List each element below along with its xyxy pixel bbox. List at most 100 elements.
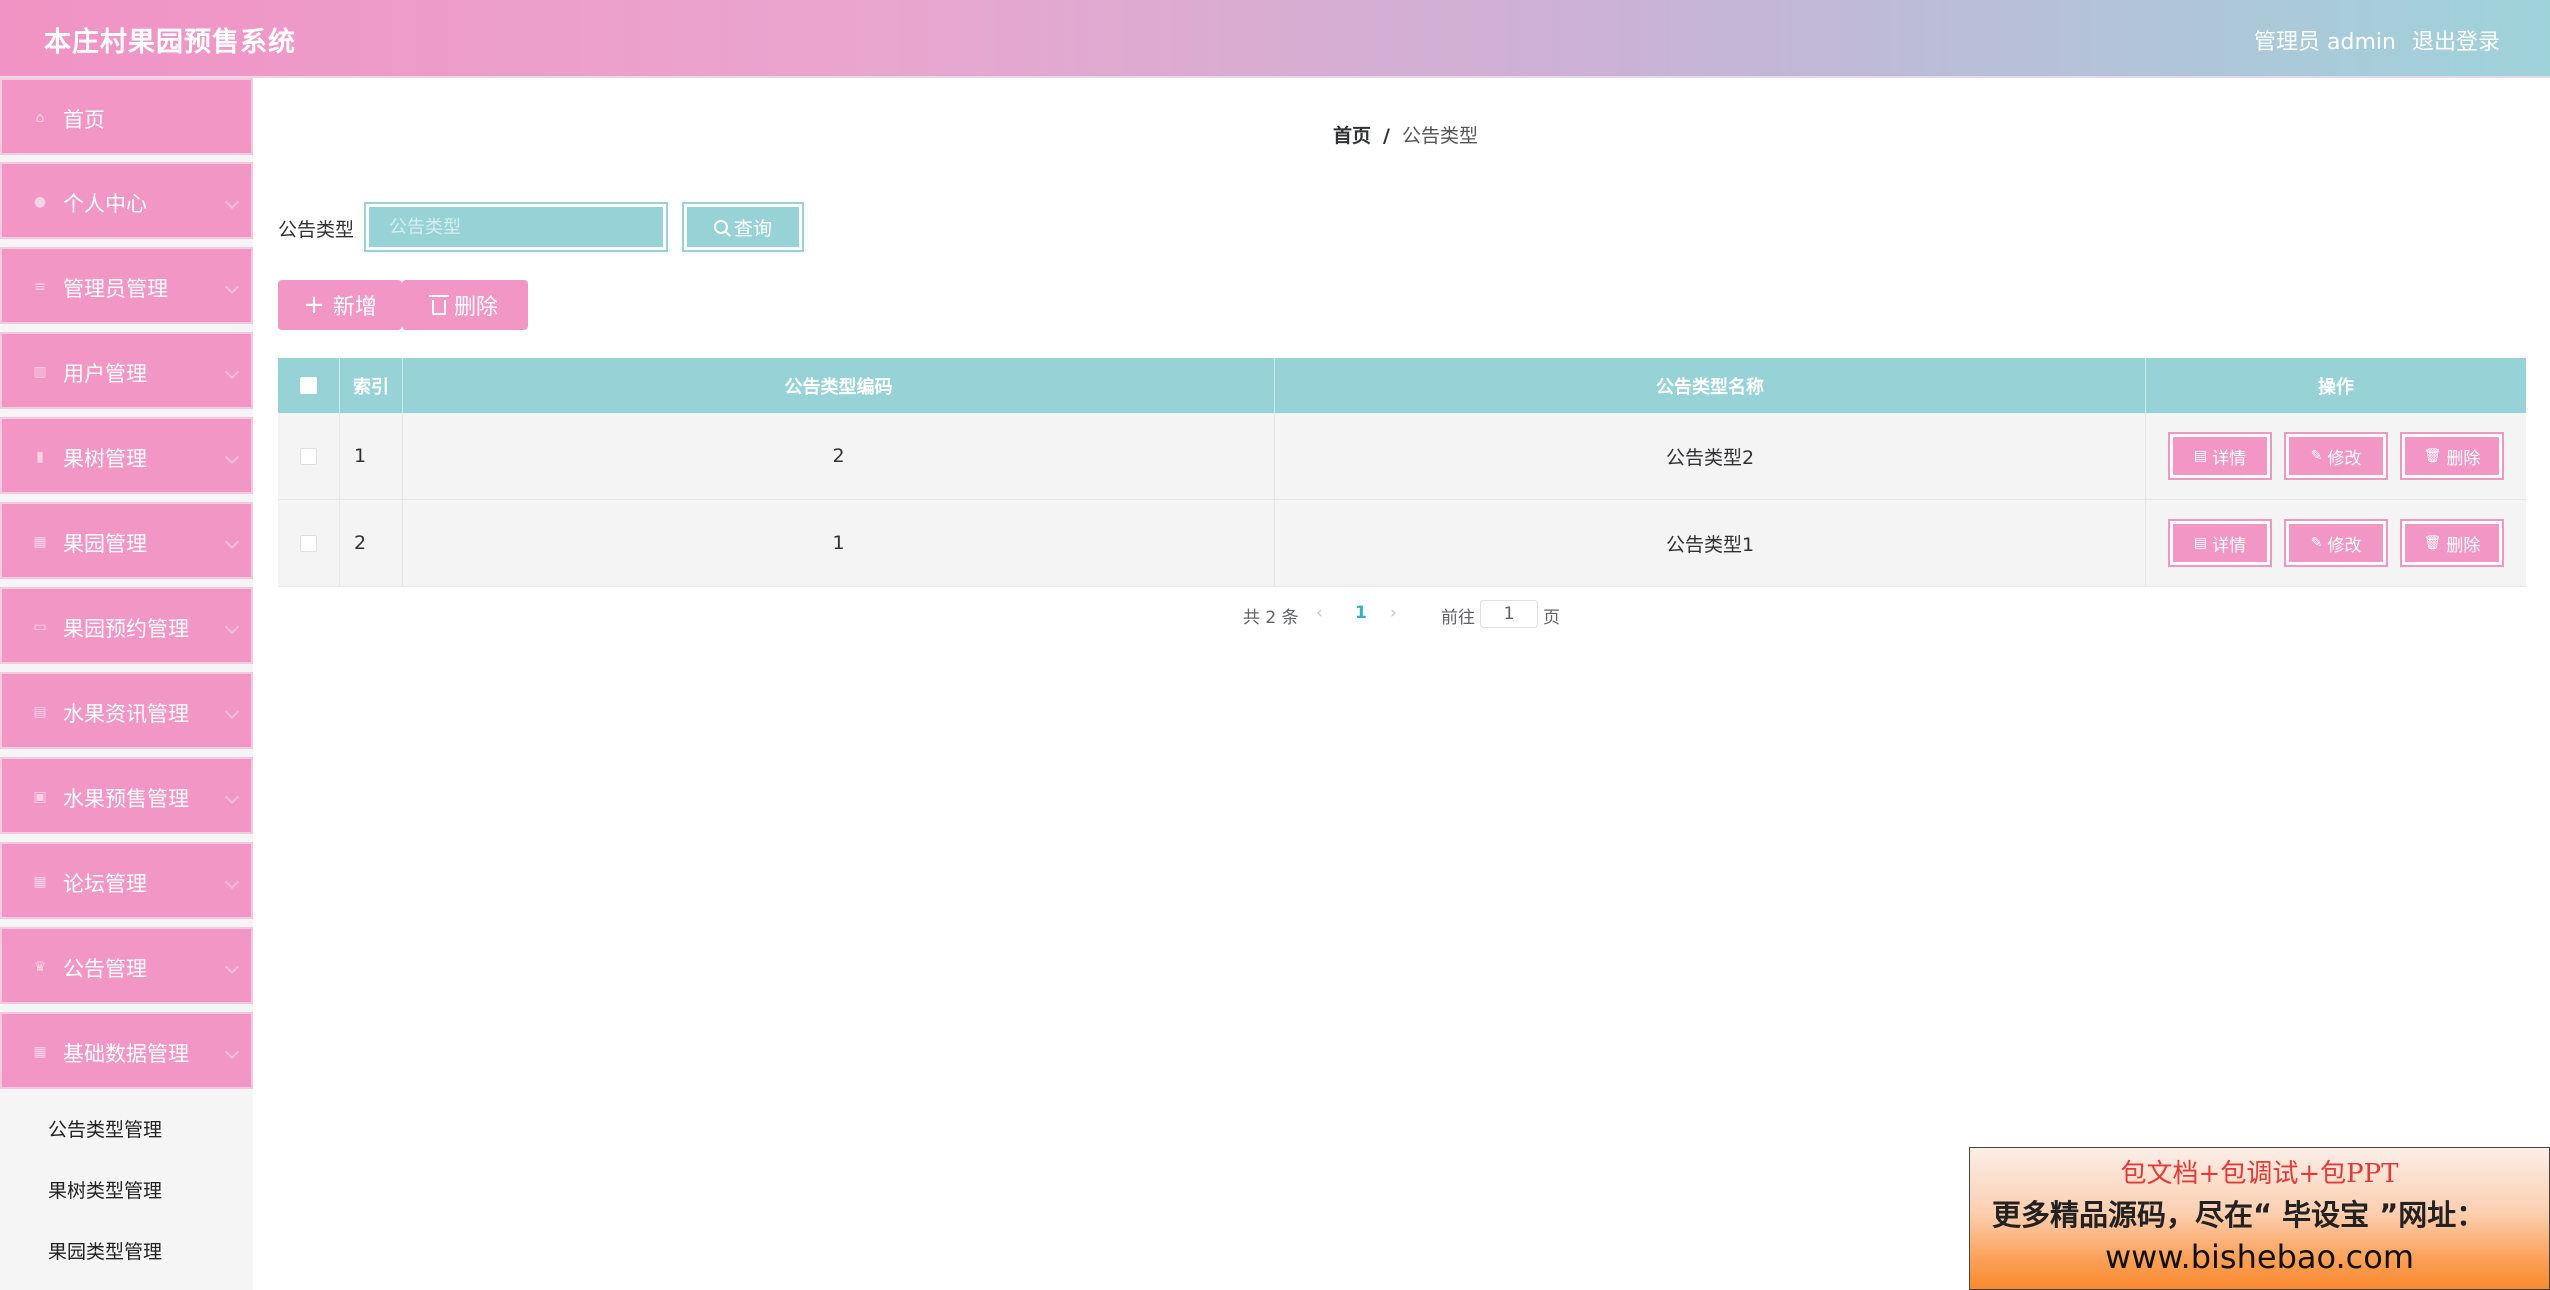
next-page-icon[interactable]: › bbox=[1390, 603, 1397, 623]
grid-icon: ▦ bbox=[33, 1044, 47, 1060]
grid-icon: ▦ bbox=[33, 874, 47, 890]
ad-url: www.bishebao.com bbox=[2104, 1238, 2415, 1276]
sidebar-item-news[interactable]: ▤ 水果资讯管理 bbox=[0, 672, 253, 749]
submenu-item-tree-type[interactable]: 果树类型管理 bbox=[0, 1158, 253, 1218]
row-checkbox-cell bbox=[278, 500, 340, 586]
chevron-down-icon bbox=[224, 279, 240, 295]
sidebar-item-label: 基础数据管理 bbox=[63, 1042, 189, 1066]
logout-link[interactable]: 退出登录 bbox=[2412, 24, 2500, 56]
sidebar-item-users[interactable]: ▥ 用户管理 bbox=[0, 332, 253, 409]
add-button-label: 新增 bbox=[332, 295, 377, 320]
detail-label: 详情 bbox=[2212, 448, 2247, 469]
column-header: 操作 bbox=[2318, 376, 2354, 398]
edit-icon: ✎ bbox=[2310, 535, 2323, 551]
sidebar-item-label: 公告管理 bbox=[63, 957, 147, 981]
list-icon: ≡ bbox=[34, 279, 46, 295]
sidebar-item-fruit-trees[interactable]: ▮ 果树管理 bbox=[0, 417, 253, 494]
submenu-item-orchard-type[interactable]: 果园类型管理 bbox=[0, 1219, 253, 1279]
cell-code: 1 bbox=[403, 500, 1275, 586]
sidebar-item-profile[interactable]: ● 个人中心 bbox=[0, 162, 253, 239]
sidebar-item-orchards[interactable]: ▦ 果园管理 bbox=[0, 502, 253, 579]
sidebar-item-label: 果园预约管理 bbox=[63, 617, 189, 641]
page-number-current[interactable]: 1 bbox=[1355, 603, 1367, 623]
search-button[interactable]: 查询 bbox=[682, 202, 804, 252]
cell-name: 公告类型2 bbox=[1275, 413, 2146, 499]
cell-actions: ▤ 详情 ✎ 修改 🗑︎ 删除 bbox=[2146, 500, 2526, 586]
sidebar-item-label: 水果资讯管理 bbox=[63, 702, 189, 726]
row-checkbox-cell bbox=[278, 413, 340, 499]
sidebar-item-label: 个人中心 bbox=[63, 192, 147, 216]
cell-actions: ▤ 详情 ✎ 修改 🗑︎ 删除 bbox=[2146, 413, 2526, 499]
goto-label: 前往 bbox=[1441, 608, 1475, 628]
row-checkbox[interactable] bbox=[300, 447, 317, 465]
edit-button[interactable]: ✎ 修改 bbox=[2284, 432, 2388, 480]
document-icon: ▤ bbox=[2193, 535, 2208, 551]
delete-button-label: 删除 bbox=[453, 295, 498, 320]
ad-banner[interactable]: 包文档+包调试+包PPT 更多精品源码，尽在“ 毕设宝 ”网址： www.bis… bbox=[1969, 1147, 2550, 1290]
page-suffix: 页 bbox=[1543, 608, 1560, 628]
sidebar-item-admins[interactable]: ≡ 管理员管理 bbox=[0, 247, 253, 324]
search-button-label: 查询 bbox=[733, 217, 772, 240]
chevron-down-icon bbox=[224, 194, 240, 210]
trash-icon bbox=[428, 294, 449, 315]
search-input[interactable] bbox=[364, 202, 668, 252]
sidebar-item-presale[interactable]: ▣ 水果预售管理 bbox=[0, 757, 253, 834]
sidebar: ⌂ 首页 ● 个人中心 ≡ 管理员管理 ▥ 用户管理 ▮ 果树管理 ▦ 果园管理… bbox=[0, 78, 253, 1290]
detail-button[interactable]: ▤ 详情 bbox=[2168, 432, 2272, 480]
ad-line-2: 更多精品源码，尽在“ 毕设宝 ”网址： bbox=[1992, 1198, 2486, 1232]
pagination-total: 共 2 条 bbox=[1243, 608, 1299, 628]
ad-line-1: 包文档+包调试+包PPT bbox=[2120, 1159, 2399, 1189]
prev-page-icon[interactable]: ‹ bbox=[1316, 603, 1323, 623]
table-icon: ▤ bbox=[33, 704, 47, 720]
bar-chart-icon: ▮ bbox=[36, 449, 44, 465]
chevron-down-icon bbox=[224, 619, 240, 635]
detail-button[interactable]: ▤ 详情 bbox=[2168, 519, 2272, 567]
chevron-down-icon bbox=[224, 449, 240, 465]
detail-label: 详情 bbox=[2212, 535, 2247, 556]
app-title: 本庄村果园预售系统 bbox=[44, 27, 296, 58]
edit-label: 修改 bbox=[2327, 535, 2362, 556]
cell-code: 2 bbox=[403, 413, 1275, 499]
sidebar-item-base-data[interactable]: ▦ 基础数据管理 bbox=[0, 1012, 253, 1089]
users-icon: ▥ bbox=[33, 364, 47, 380]
submenu-label: 果园类型管理 bbox=[48, 1241, 163, 1263]
row-delete-button[interactable]: 🗑︎ 删除 bbox=[2400, 519, 2504, 567]
sidebar-item-forum[interactable]: ▦ 论坛管理 bbox=[0, 842, 253, 919]
edit-label: 修改 bbox=[2327, 448, 2362, 469]
column-header[interactable]: 公告类型编码 bbox=[403, 358, 1275, 413]
sidebar-item-label: 论坛管理 bbox=[63, 872, 147, 896]
plus-icon: + bbox=[303, 290, 325, 320]
sidebar-item-label: 首页 bbox=[63, 108, 105, 132]
sidebar-item-announcements[interactable]: ♛ 公告管理 bbox=[0, 927, 253, 1004]
submenu-item-notice-type[interactable]: 公告类型管理 bbox=[0, 1097, 253, 1157]
add-button[interactable]: + 新增 bbox=[278, 280, 402, 330]
monitor-icon: ▭ bbox=[33, 619, 47, 635]
sidebar-item-reservations[interactable]: ▭ 果园预约管理 bbox=[0, 587, 253, 664]
delete-label: 删除 bbox=[2446, 448, 2481, 469]
grid-icon: ▦ bbox=[33, 534, 47, 550]
edit-button[interactable]: ✎ 修改 bbox=[2284, 519, 2388, 567]
goto-page-input[interactable] bbox=[1480, 600, 1538, 628]
home-icon: ⌂ bbox=[35, 110, 45, 126]
sidebar-item-label: 果园管理 bbox=[63, 532, 147, 556]
bulk-delete-button[interactable]: 删除 bbox=[402, 280, 528, 330]
delete-label: 删除 bbox=[2446, 535, 2481, 556]
user-icon: ● bbox=[33, 194, 47, 210]
document-icon: ▣ bbox=[33, 789, 47, 805]
cell-index: 1 bbox=[340, 413, 403, 499]
breadcrumb-home[interactable]: 首页 bbox=[1333, 125, 1371, 147]
sidebar-item-home[interactable]: ⌂ 首页 bbox=[0, 78, 253, 155]
trash-icon: 🗑︎ bbox=[2423, 535, 2442, 551]
edit-icon: ✎ bbox=[2310, 448, 2323, 464]
row-checkbox[interactable] bbox=[300, 534, 317, 552]
select-all-checkbox[interactable] bbox=[300, 377, 317, 394]
chevron-down-icon bbox=[224, 704, 240, 720]
sidebar-item-label: 水果预售管理 bbox=[63, 787, 189, 811]
search-icon bbox=[713, 220, 728, 234]
table-row: 2 1 公告类型1 ▤ 详情 ✎ 修改 🗑︎ 删除 bbox=[278, 500, 2526, 587]
table-row: 1 2 公告类型2 ▤ 详情 ✎ 修改 🗑︎ 删除 bbox=[278, 413, 2526, 500]
row-delete-button[interactable]: 🗑︎ 删除 bbox=[2400, 432, 2504, 480]
submenu-label: 公告类型管理 bbox=[48, 1119, 163, 1141]
current-user: 管理员 admin bbox=[2254, 30, 2396, 55]
column-header[interactable]: 公告类型名称 bbox=[1275, 358, 2146, 413]
